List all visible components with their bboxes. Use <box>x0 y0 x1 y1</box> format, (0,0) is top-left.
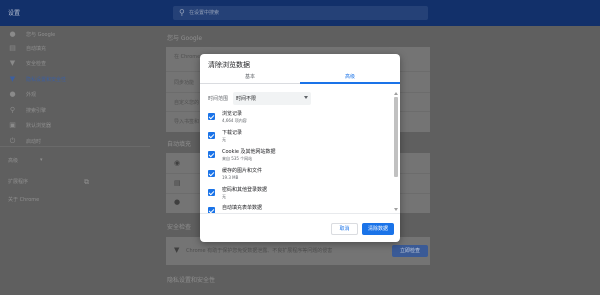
sidebar: ● 您与 Google ▤ 自动填充 ▼ 安全检查 ▼ 隐私设置和安全性 ● 外… <box>0 26 150 295</box>
palette-icon: ● <box>9 90 16 98</box>
time-range-label: 时间范围 <box>208 96 229 102</box>
data-type-list: 浏览记录 4,664 项内容 下载记录 无 Cookie 及其他网站数据 来自 … <box>200 109 400 213</box>
sidebar-item-label: 启动时 <box>26 139 42 145</box>
item-detail: 来自 535 个网站 <box>222 156 253 161</box>
scroll-up-arrow-icon[interactable] <box>394 92 398 95</box>
search-input[interactable]: ⚲ 在设置中搜索 <box>173 6 428 20</box>
sidebar-item-appearance[interactable]: ● 外观 <box>0 89 150 101</box>
sidebar-item-you-google[interactable]: ● 您与 Google <box>0 29 150 41</box>
sidebar-advanced[interactable]: 高级 <box>8 158 18 164</box>
sidebar-item-label: 自动填充 <box>26 46 47 52</box>
list-item[interactable]: 缓存的图片和文件 19.3 MB <box>200 166 390 185</box>
time-range-select[interactable]: 时间不限 <box>233 92 311 105</box>
sidebar-item-label: 搜索引擎 <box>26 108 47 114</box>
sidebar-item-label: 外观 <box>26 92 37 98</box>
search-placeholder: 在设置中搜索 <box>189 10 220 16</box>
open-in-new-icon: ⧉ <box>84 178 89 186</box>
tab-selected-indicator <box>300 82 400 84</box>
row-sync[interactable]: 同步功能 <box>174 80 194 86</box>
sidebar-item-autofill[interactable]: ▤ 自动填充 <box>0 43 150 55</box>
item-detail: 无 <box>222 137 226 142</box>
browser-icon: ▣ <box>9 121 16 129</box>
checkbox-checked[interactable] <box>208 113 215 120</box>
clipboard-icon: ▤ <box>9 44 16 52</box>
location-pin-icon: ● <box>174 198 181 206</box>
list-item[interactable]: 下载记录 无 <box>200 128 390 147</box>
dialog-footer-divider <box>200 213 400 214</box>
shield-lock-icon: ▼ <box>9 75 16 83</box>
credit-card-icon: ▤ <box>174 179 181 187</box>
app-title: 设置 <box>8 10 21 17</box>
item-label: Cookie 及其他网站数据 <box>222 149 276 155</box>
person-icon: ● <box>9 30 16 38</box>
sidebar-extensions[interactable]: 扩展程序 <box>8 179 28 185</box>
sidebar-item-label: 安全检查 <box>26 61 47 67</box>
dialog-title: 清除浏览数据 <box>208 61 250 69</box>
item-detail: 19.3 MB <box>222 175 239 180</box>
clear-browsing-data-dialog: 清除浏览数据 基本 高级 时间范围 时间不限 浏览记录 4,664 项内容 下载… <box>200 54 400 242</box>
sidebar-item-default-browser[interactable]: ▣ 默认浏览器 <box>0 120 150 132</box>
list-scrollbar[interactable] <box>393 92 399 213</box>
sidebar-item-label: 您与 Google <box>26 32 56 38</box>
item-detail: 无 <box>222 194 226 199</box>
search-icon: ⚲ <box>179 8 185 17</box>
item-label: 缓存的图片和文件 <box>222 168 263 174</box>
search-icon: ⚲ <box>9 106 16 114</box>
shield-icon: ▼ <box>9 59 16 67</box>
sync-promo-text: 在 Chrome <box>174 54 201 60</box>
chevron-down-icon <box>304 96 308 99</box>
section-title-you-google: 您与 Google <box>167 35 203 42</box>
chevron-down-icon: ▾ <box>40 157 43 163</box>
power-icon: ⏻ <box>9 137 16 145</box>
list-item[interactable]: 自动填充表单数据 <box>200 203 390 213</box>
key-icon: ◉ <box>174 159 181 167</box>
row-customize[interactable]: 自定义您的 <box>174 100 199 106</box>
item-label: 下载记录 <box>222 130 243 136</box>
list-item[interactable]: Cookie 及其他网站数据 来自 535 个网站 <box>200 147 390 166</box>
checkbox-checked[interactable] <box>208 170 215 177</box>
item-label: 密码和其他登录数据 <box>222 187 268 193</box>
list-item[interactable]: 浏览记录 4,664 项内容 <box>200 109 390 128</box>
sidebar-item-search-engine[interactable]: ⚲ 搜索引擎 <box>0 105 150 117</box>
checkbox-checked[interactable] <box>208 151 215 158</box>
cancel-button[interactable]: 取消 <box>331 223 358 235</box>
sidebar-about-chrome[interactable]: 关于 Chrome <box>8 197 39 203</box>
checkbox-checked[interactable] <box>208 132 215 139</box>
item-label: 浏览记录 <box>222 111 243 117</box>
item-detail: 4,664 项内容 <box>222 118 247 123</box>
check-now-button[interactable]: 立即检查 <box>392 245 428 257</box>
section-title-privacy: 隐私设置和安全性 <box>167 277 216 284</box>
checkbox-checked[interactable] <box>208 189 215 196</box>
sidebar-item-safety-check[interactable]: ▼ 安全检查 <box>0 58 150 70</box>
row-import[interactable]: 导入书签和 <box>174 119 199 125</box>
sidebar-item-label: 默认浏览器 <box>26 123 52 129</box>
time-range-value: 时间不限 <box>236 96 257 102</box>
sidebar-item-label: 隐私设置和安全性 <box>26 77 67 83</box>
top-app-bar: 设置 ⚲ 在设置中搜索 <box>0 0 600 26</box>
section-title-safety-check: 安全检查 <box>167 224 192 231</box>
section-title-autofill: 自动填充 <box>167 141 192 148</box>
clear-data-button[interactable]: 清除数据 <box>362 223 394 235</box>
tab-basic[interactable]: 基本 <box>200 73 300 83</box>
safety-check-text: Chrome 有助于保护您免受数据泄露、不良扩展程序等问题的侵害 <box>186 248 333 254</box>
sidebar-divider <box>0 146 150 147</box>
item-label: 自动填充表单数据 <box>222 205 263 211</box>
list-item[interactable]: 密码和其他登录数据 无 <box>200 185 390 204</box>
scroll-down-arrow-icon[interactable] <box>394 208 398 211</box>
shield-icon: ▼ <box>174 246 180 254</box>
sidebar-item-privacy[interactable]: ▼ 隐私设置和安全性 <box>0 74 150 86</box>
scrollbar-thumb[interactable] <box>394 97 398 177</box>
